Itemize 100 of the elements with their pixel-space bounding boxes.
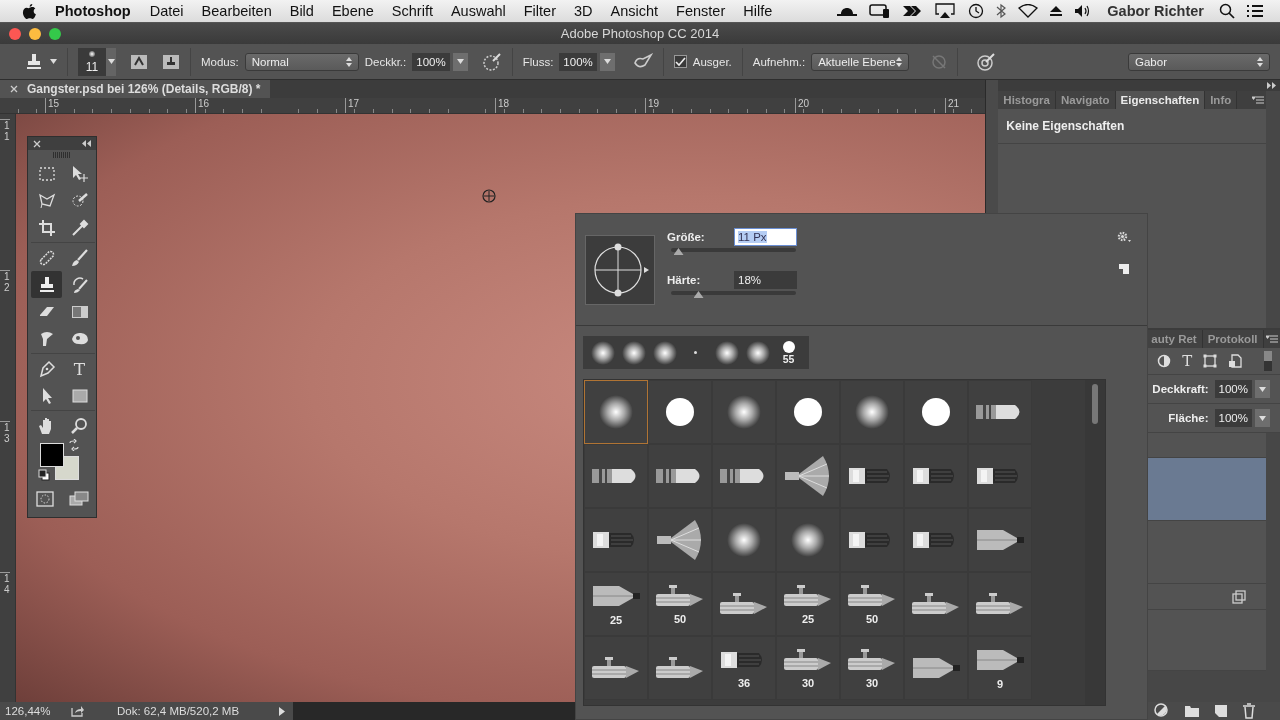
brush-preset[interactable] — [968, 572, 1032, 636]
brush-preset[interactable] — [968, 380, 1032, 444]
default-colors-icon[interactable] — [38, 469, 50, 481]
brush-preset[interactable] — [712, 572, 776, 636]
brush-preset[interactable] — [904, 572, 968, 636]
brush-preset[interactable] — [840, 444, 904, 508]
brush-preset[interactable] — [904, 444, 968, 508]
collapse-icon[interactable] — [1267, 82, 1276, 89]
caret-icon[interactable] — [50, 59, 57, 64]
recent-brush[interactable]: 55 — [773, 336, 804, 369]
brush-preset[interactable] — [712, 444, 776, 508]
list-icon[interactable] — [1246, 4, 1264, 18]
trash-icon[interactable] — [1242, 703, 1256, 719]
close-icon[interactable] — [33, 139, 41, 148]
menu-item[interactable]: Bild — [289, 3, 314, 19]
play-triangle-icon[interactable] — [279, 706, 286, 716]
brush-preset[interactable] — [712, 380, 776, 444]
stamp-icon[interactable] — [24, 51, 44, 72]
minimize-button[interactable] — [29, 28, 41, 40]
brush-preset[interactable] — [648, 636, 712, 700]
menu-item[interactable]: Fenster — [676, 3, 726, 19]
brush-preset[interactable] — [968, 444, 1032, 508]
adjustment-icon[interactable] — [1154, 703, 1170, 719]
slider-thumb[interactable] — [693, 291, 704, 298]
smart-object-icon[interactable] — [1228, 354, 1243, 368]
apple-logo-icon[interactable] — [22, 2, 37, 20]
airplay-icon[interactable] — [935, 3, 956, 19]
brush-preset[interactable] — [904, 380, 968, 444]
sample-select[interactable]: Aktuelle Ebene — [811, 52, 910, 71]
opacity-field[interactable]: 100% — [412, 52, 450, 71]
brush-preset[interactable] — [584, 444, 648, 508]
brush-preset[interactable]: 9 — [968, 636, 1032, 700]
brush-preset[interactable]: 30 — [840, 636, 904, 700]
brush-preset[interactable] — [904, 636, 968, 700]
transform-icon[interactable] — [1203, 354, 1218, 368]
brush-preset[interactable] — [840, 380, 904, 444]
dropdown-button[interactable] — [1255, 409, 1270, 427]
tool-button[interactable]: T — [64, 355, 95, 382]
user-name[interactable]: Gabor Richter — [1107, 3, 1204, 19]
menu-item[interactable]: Schrift — [391, 3, 433, 19]
settings-icon[interactable] — [1117, 231, 1131, 243]
share-icon[interactable] — [71, 705, 85, 717]
workspace-select[interactable]: Gabor — [1128, 52, 1270, 71]
brush-preset[interactable] — [584, 508, 648, 572]
brush-preset-picker[interactable]: 11 — [78, 47, 106, 76]
menu-item[interactable]: Filter — [523, 3, 556, 19]
brush-preset[interactable] — [776, 380, 840, 444]
new-layer-icon[interactable] — [1214, 704, 1228, 718]
brush-preset[interactable]: 25 — [584, 572, 648, 636]
brush-preset[interactable]: 30 — [776, 636, 840, 700]
screen-mode-icon[interactable] — [68, 491, 89, 507]
menu-item[interactable]: Ansicht — [610, 3, 659, 19]
brush-preset[interactable] — [776, 444, 840, 508]
brush-tip-preview[interactable] — [585, 235, 655, 305]
search-icon[interactable] — [1219, 3, 1235, 19]
zoom-button[interactable] — [49, 28, 61, 40]
hardness-field[interactable]: 18% — [734, 271, 797, 289]
menu-item[interactable]: Ebene — [331, 3, 374, 19]
wifi-icon[interactable] — [1018, 4, 1039, 18]
brush-preset[interactable] — [648, 444, 712, 508]
type-filter-button[interactable]: T — [1182, 352, 1193, 370]
document-tab[interactable]: Gangster.psd bei 126% (Details, RGB/8) * — [0, 80, 271, 98]
bluetooth-icon[interactable] — [995, 3, 1008, 19]
pressure-icon[interactable] — [481, 51, 502, 72]
menu-item[interactable]: Auswahl — [450, 3, 506, 19]
brush-preset[interactable] — [584, 380, 648, 444]
menu-item[interactable]: Bearbeiten — [201, 3, 272, 19]
flow-field[interactable]: 100% — [559, 52, 597, 71]
close-icon[interactable] — [10, 85, 18, 93]
swap-arrows-icon[interactable] — [68, 439, 80, 451]
zoom-level[interactable]: 126,44% — [5, 705, 61, 717]
folder-icon[interactable] — [1184, 704, 1200, 718]
panel-menu-icon[interactable] — [1252, 96, 1264, 104]
brush-preset[interactable]: 50 — [648, 572, 712, 636]
display-icon[interactable] — [869, 3, 892, 19]
slider-thumb[interactable] — [673, 248, 684, 255]
brush-preset[interactable]: 50 — [840, 572, 904, 636]
new-preset-icon[interactable] — [1118, 263, 1130, 275]
eject-icon[interactable] — [1049, 4, 1064, 18]
fill-field[interactable]: 100% — [1214, 409, 1252, 427]
brush-preset[interactable] — [840, 508, 904, 572]
tool-button[interactable] — [31, 271, 62, 298]
scrollbar-thumb[interactable] — [1092, 384, 1098, 424]
dropdown-button[interactable] — [599, 52, 615, 71]
dropdown-button[interactable] — [1255, 380, 1270, 398]
brush-preset[interactable]: 36 — [712, 636, 776, 700]
opacity-field[interactable]: 100% — [1214, 380, 1252, 398]
clone-source-icon[interactable] — [162, 52, 180, 71]
app-menu[interactable]: Photoshop — [55, 3, 131, 19]
brush-preset[interactable] — [904, 508, 968, 572]
panel-menu-icon[interactable] — [1266, 335, 1278, 343]
filter-toggle[interactable] — [1264, 351, 1272, 371]
brush-preset[interactable] — [776, 508, 840, 572]
aligned-checkbox[interactable] — [673, 55, 687, 68]
mode-select[interactable]: Normal — [244, 52, 359, 71]
size-field[interactable]: 11 Px — [734, 228, 797, 246]
brush-preset[interactable] — [584, 636, 648, 700]
dropdown-button[interactable] — [452, 52, 468, 71]
clock-icon[interactable] — [966, 3, 985, 19]
pressure-size-icon[interactable] — [976, 51, 997, 72]
